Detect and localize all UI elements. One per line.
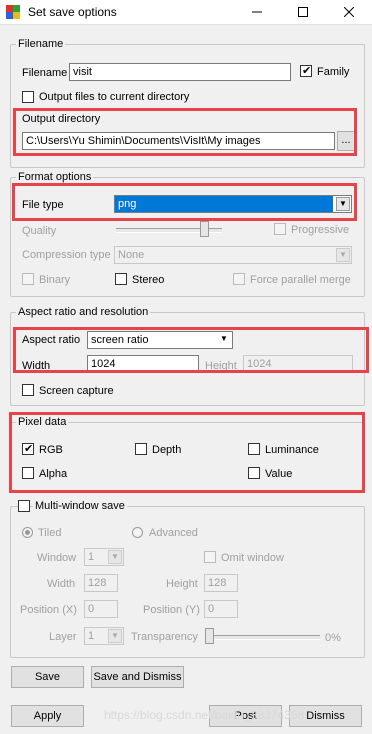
app-icon xyxy=(6,5,20,19)
multi-window-save-label: Multi-window save xyxy=(33,500,127,512)
aspect-group-title: Aspect ratio and resolution xyxy=(16,306,151,318)
value-label: Value xyxy=(265,468,293,480)
multi-height-label: Height xyxy=(166,578,198,590)
omit-window-label: Omit window xyxy=(221,552,284,564)
multi-width-input[interactable]: 128 xyxy=(84,574,118,592)
chevron-down-icon: ▼ xyxy=(108,629,122,643)
filename-label: Filename xyxy=(22,67,68,79)
luminance-checkbox[interactable] xyxy=(248,443,260,455)
output-current-dir-checkbox[interactable] xyxy=(22,91,34,103)
depth-checkbox[interactable] xyxy=(135,443,147,455)
output-dir-input[interactable]: C:\Users\Yu Shimin\Documents\VisIt\My im… xyxy=(22,132,335,150)
omit-window-checkbox[interactable] xyxy=(204,551,216,563)
transparency-label: Transparency xyxy=(131,631,198,643)
transparency-value: 0% xyxy=(325,632,341,644)
advanced-label: Advanced xyxy=(149,527,198,539)
quality-label: Quality xyxy=(22,225,57,237)
aspect-ratio-combo[interactable]: screen ratio ▼ xyxy=(87,331,233,349)
window-combo[interactable]: 1 ▼ xyxy=(84,548,124,566)
luminance-label: Luminance xyxy=(265,444,319,456)
multi-window-save-checkbox[interactable] xyxy=(18,500,30,512)
minimize-icon xyxy=(252,11,262,13)
window-label: Window xyxy=(37,552,77,564)
binary-label: Binary xyxy=(39,274,71,286)
multi-width-label: Width xyxy=(47,578,76,590)
format-group-title: Format options xyxy=(16,171,94,183)
pixel-data-group-title: Pixel data xyxy=(16,416,69,428)
aspect-ratio-value: screen ratio xyxy=(91,334,149,346)
position-y-label: Position (Y) xyxy=(143,604,200,616)
compression-type-combo[interactable]: None ▼ xyxy=(114,246,352,264)
close-icon xyxy=(344,7,354,17)
close-button[interactable] xyxy=(326,0,372,24)
height-label: Height xyxy=(205,360,237,372)
position-x-input[interactable]: 0 xyxy=(84,600,118,618)
transparency-slider-thumb[interactable] xyxy=(205,628,214,644)
pixel-data-group xyxy=(10,422,365,492)
family-checkbox[interactable]: ✔ xyxy=(300,65,312,77)
tiled-radio[interactable] xyxy=(22,527,33,538)
watermark: https://blog.csdn.net/baidu_38374358 xyxy=(104,708,305,722)
rgb-label: RGB xyxy=(39,444,63,456)
maximize-button[interactable] xyxy=(280,0,326,24)
force-parallel-merge-label: Force parallel merge xyxy=(250,274,351,286)
position-y-input[interactable]: 0 xyxy=(204,600,238,618)
width-input[interactable]: 1024 xyxy=(87,355,199,373)
family-label: Family xyxy=(317,66,350,78)
output-dir-label: Output directory xyxy=(22,113,101,125)
maximize-icon xyxy=(298,7,308,17)
position-x-label: Position (X) xyxy=(20,604,77,616)
browse-button[interactable]: ... xyxy=(337,131,355,151)
apply-button[interactable]: Apply xyxy=(11,705,84,727)
chevron-down-icon: ▼ xyxy=(217,333,231,347)
screen-capture-label: Screen capture xyxy=(39,385,114,397)
screen-capture-checkbox[interactable] xyxy=(22,384,34,396)
advanced-radio[interactable] xyxy=(132,527,143,538)
chevron-down-icon: ▼ xyxy=(336,248,350,262)
check-icon: ✔ xyxy=(24,443,34,455)
progressive-checkbox[interactable] xyxy=(274,223,286,235)
progressive-label: Progressive xyxy=(291,224,350,236)
output-current-dir-label: Output files to current directory xyxy=(39,91,190,103)
depth-label: Depth xyxy=(152,444,182,456)
width-label: Width xyxy=(22,360,51,372)
compression-type-label: Compression type xyxy=(22,249,111,261)
binary-checkbox[interactable] xyxy=(22,273,34,285)
force-parallel-merge-checkbox[interactable] xyxy=(233,273,245,285)
title-bar: Set save options xyxy=(0,0,372,25)
quality-slider-thumb[interactable] xyxy=(200,221,209,237)
stereo-label: Stereo xyxy=(132,274,165,286)
layer-combo[interactable]: 1 ▼ xyxy=(84,627,124,645)
rgb-checkbox[interactable]: ✔ xyxy=(22,443,34,455)
chevron-down-icon: ▼ xyxy=(336,197,350,211)
window-title: Set save options xyxy=(28,5,117,19)
save-button[interactable]: Save xyxy=(11,666,84,688)
minimize-button[interactable] xyxy=(234,0,280,24)
tiled-label: Tiled xyxy=(38,527,62,539)
filename-group-title: Filename xyxy=(16,38,66,50)
file-type-label: File type xyxy=(22,199,64,211)
check-icon: ✔ xyxy=(302,65,312,77)
filename-input[interactable]: visit xyxy=(69,63,291,81)
file-type-value: png xyxy=(115,196,333,212)
file-type-combo[interactable]: png ▼ xyxy=(114,195,352,213)
layer-label: Layer xyxy=(49,631,77,643)
stereo-checkbox[interactable] xyxy=(115,273,127,285)
alpha-checkbox[interactable] xyxy=(22,467,34,479)
layer-value: 1 xyxy=(88,630,95,642)
transparency-slider-track[interactable] xyxy=(206,635,320,640)
chevron-down-icon: ▼ xyxy=(108,550,122,564)
radio-dot xyxy=(25,530,30,535)
window-value: 1 xyxy=(88,551,95,563)
height-input[interactable]: 1024 xyxy=(243,355,353,373)
alpha-label: Alpha xyxy=(39,468,68,480)
save-and-dismiss-button[interactable]: Save and Dismiss xyxy=(91,666,184,688)
multi-height-input[interactable]: 128 xyxy=(204,574,238,592)
value-checkbox[interactable] xyxy=(248,467,260,479)
compression-type-value: None xyxy=(118,249,145,261)
aspect-ratio-label: Aspect ratio xyxy=(22,334,81,346)
